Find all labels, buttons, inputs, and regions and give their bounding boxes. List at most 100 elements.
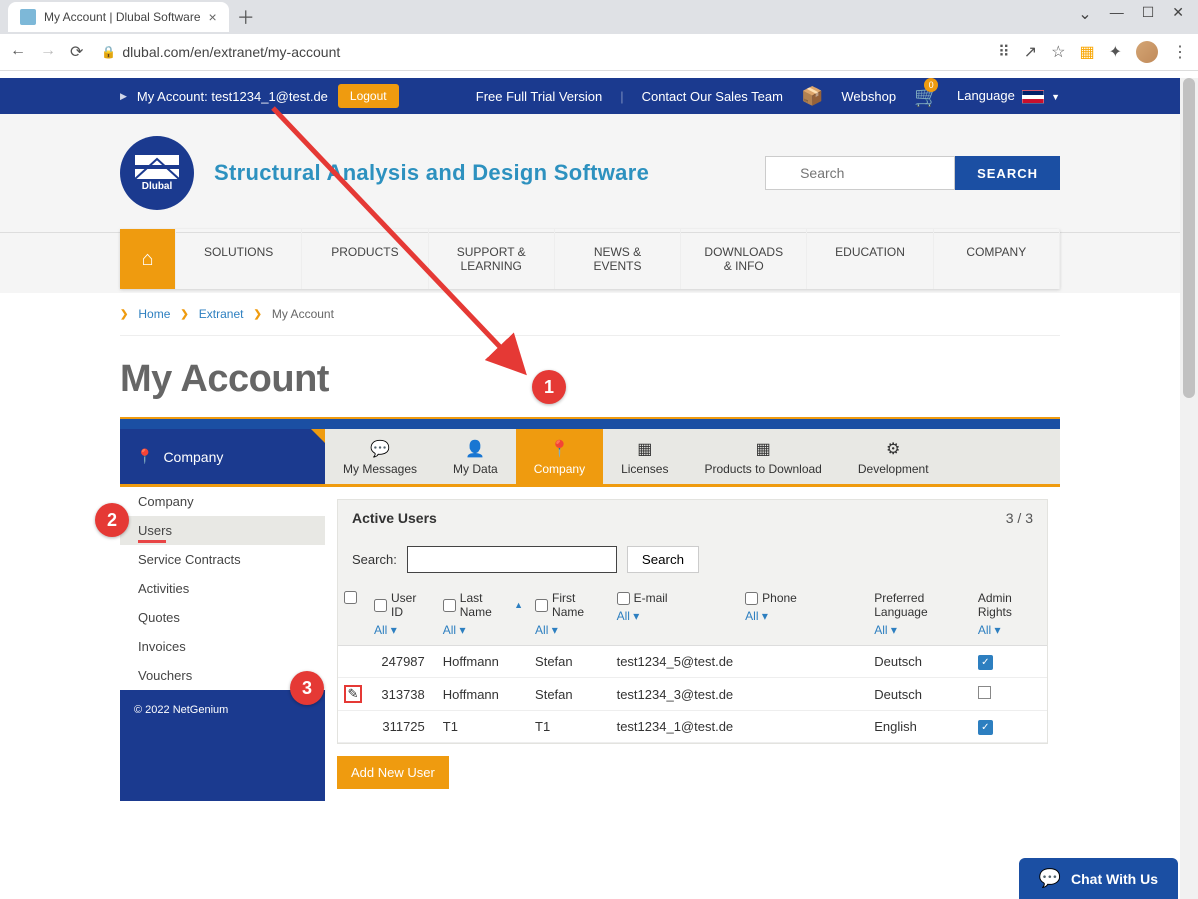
sidebar-item-activities[interactable]: Activities <box>120 574 325 603</box>
cart-icon[interactable]: 🛒 0 <box>914 84 939 109</box>
tab-my-messages[interactable]: 💬 My Messages <box>325 429 435 484</box>
back-icon[interactable]: ← <box>10 42 26 62</box>
url-field[interactable]: 🔒 dlubal.com/en/extranet/my-account <box>93 40 988 64</box>
col-checkbox[interactable] <box>443 599 456 612</box>
breadcrumb-home[interactable]: Home <box>138 307 170 321</box>
logo-text: Dlubal <box>142 181 173 192</box>
logout-button[interactable]: Logout <box>338 84 399 108</box>
nav-education[interactable]: EDUCATION <box>807 229 933 289</box>
chevron-down-icon: ▾ <box>391 623 397 637</box>
search-input[interactable] <box>407 546 617 573</box>
filter-firstname[interactable]: All ▾ <box>535 623 605 637</box>
pin-icon: 📍 <box>549 439 569 459</box>
tab-products-download[interactable]: ▦ Products to Download <box>686 429 839 484</box>
person-icon: 👤 <box>465 439 485 459</box>
menu-icon[interactable]: ⋮ <box>1172 42 1188 62</box>
sidebar-item-service-contracts[interactable]: Service Contracts <box>120 545 325 574</box>
reload-icon[interactable]: ⟳ <box>70 42 83 62</box>
nav-downloads[interactable]: DOWNLOADS & INFO <box>681 229 807 289</box>
sidebar-item-users[interactable]: Users <box>120 516 325 545</box>
logo[interactable]: Dlubal <box>120 136 194 210</box>
side-tab-label: Company <box>163 449 223 465</box>
share-icon[interactable]: ↗ <box>1024 42 1037 62</box>
chevron-down-icon: ▾ <box>552 623 558 637</box>
products-icon[interactable]: 📦 <box>801 86 823 107</box>
active-users-panel: Active Users 3 / 3 Search: Search <box>337 499 1048 744</box>
gear-icon: ⚙ <box>886 439 900 459</box>
filter-email[interactable]: All ▾ <box>617 609 734 623</box>
table-row[interactable]: ✎313738HoffmannStefantest1234_3@test.deD… <box>338 678 1047 711</box>
browser-chrome: My Account | Dlubal Software × ＋ ⌄ — ☐ ✕… <box>0 0 1198 71</box>
admin-checked-icon[interactable]: ✓ <box>978 720 993 735</box>
sidebar-item-company[interactable]: Company <box>120 487 325 516</box>
trial-link[interactable]: Free Full Trial Version <box>476 89 602 104</box>
sidebar-item-invoices[interactable]: Invoices <box>120 632 325 661</box>
translate-icon[interactable]: ⠿ <box>998 42 1010 62</box>
tab-development[interactable]: ⚙ Development <box>840 429 947 484</box>
close-window-icon[interactable]: ✕ <box>1172 4 1184 24</box>
account-tabs: 📍 Company 💬 My Messages 👤 My Data 📍 Comp… <box>120 429 1060 484</box>
nav-solutions[interactable]: SOLUTIONS <box>176 229 302 289</box>
tab-my-data[interactable]: 👤 My Data <box>435 429 516 484</box>
admin-checked-icon[interactable]: ✓ <box>978 655 993 670</box>
nav-news[interactable]: NEWS & EVENTS <box>555 229 681 289</box>
extension-icon-2[interactable]: ✦ <box>1109 42 1122 62</box>
brand-title: Structural Analysis and Design Software <box>214 160 649 186</box>
table-row[interactable]: 247987HoffmannStefantest1234_5@test.deDe… <box>338 646 1047 678</box>
tab-licenses[interactable]: ▦ Licenses <box>603 429 686 484</box>
col-checkbox[interactable] <box>617 592 630 605</box>
site-search-button[interactable]: SEARCH <box>955 156 1060 190</box>
extension-icon-1[interactable]: ▦ <box>1079 42 1094 62</box>
side-active-tab: 📍 Company <box>120 429 325 484</box>
filter-lang[interactable]: All ▾ <box>874 623 966 637</box>
site-search-input[interactable] <box>765 156 955 190</box>
table-row[interactable]: 311725T1T1test1234_1@test.deEnglish✓ <box>338 711 1047 743</box>
nav-home[interactable]: ⌂ <box>120 229 176 289</box>
nav-support[interactable]: SUPPORT & LEARNING <box>429 229 555 289</box>
contact-link[interactable]: Contact Our Sales Team <box>642 89 783 104</box>
chevron-down-icon[interactable]: ⌄ <box>1078 4 1091 24</box>
webshop-link[interactable]: Webshop <box>841 89 896 104</box>
close-icon[interactable]: × <box>209 9 217 25</box>
tab-bar: My Account | Dlubal Software × ＋ ⌄ — ☐ ✕ <box>0 0 1198 34</box>
favicon-icon <box>20 9 36 25</box>
chevron-right-icon: ❯ <box>180 309 188 320</box>
forward-icon[interactable]: → <box>40 42 56 62</box>
chat-widget[interactable]: 💬 Chat With Us <box>1019 858 1178 899</box>
minimize-icon[interactable]: — <box>1110 4 1124 24</box>
admin-unchecked-icon[interactable] <box>978 686 991 699</box>
language-selector[interactable]: Language ▼ <box>957 88 1060 104</box>
breadcrumb-extranet[interactable]: Extranet <box>199 307 244 321</box>
col-checkbox[interactable] <box>374 599 387 612</box>
select-all-checkbox[interactable] <box>344 591 357 604</box>
new-tab-button[interactable]: ＋ <box>237 4 255 30</box>
filter-phone[interactable]: All ▾ <box>745 609 862 623</box>
col-checkbox[interactable] <box>745 592 758 605</box>
maximize-icon[interactable]: ☐ <box>1142 4 1155 24</box>
chevron-right-icon: ❯ <box>120 309 128 320</box>
search-button[interactable]: Search <box>627 546 699 573</box>
chevron-down-icon: ▾ <box>762 609 768 623</box>
cart-badge: 0 <box>924 78 938 92</box>
filter-userid[interactable]: All ▾ <box>374 623 431 637</box>
add-new-user-button[interactable]: Add New User <box>337 756 449 789</box>
edit-icon[interactable]: ✎ <box>344 685 362 703</box>
nav-products[interactable]: PRODUCTS <box>302 229 428 289</box>
star-icon[interactable]: ☆ <box>1051 42 1065 62</box>
users-table: User ID All ▾ Last Name▲ All ▾ First Nam… <box>338 583 1047 743</box>
sort-asc-icon: ▲ <box>514 600 523 610</box>
tab-title: My Account | Dlubal Software <box>44 10 201 24</box>
filter-admin[interactable]: All ▾ <box>978 623 1041 637</box>
browser-tab[interactable]: My Account | Dlubal Software × <box>8 2 229 32</box>
profile-avatar[interactable] <box>1136 41 1158 63</box>
filter-lastname[interactable]: All ▾ <box>443 623 523 637</box>
tab-company[interactable]: 📍 Company <box>516 429 603 484</box>
col-checkbox[interactable] <box>535 599 548 612</box>
nav-company[interactable]: COMPANY <box>934 229 1060 289</box>
flag-icon <box>1022 90 1044 104</box>
address-bar: ← → ⟳ 🔒 dlubal.com/en/extranet/my-accoun… <box>0 34 1198 70</box>
separator: | <box>620 89 623 104</box>
sidebar-item-quotes[interactable]: Quotes <box>120 603 325 632</box>
home-icon: ⌂ <box>141 248 153 271</box>
vertical-scrollbar[interactable] <box>1180 78 1198 899</box>
